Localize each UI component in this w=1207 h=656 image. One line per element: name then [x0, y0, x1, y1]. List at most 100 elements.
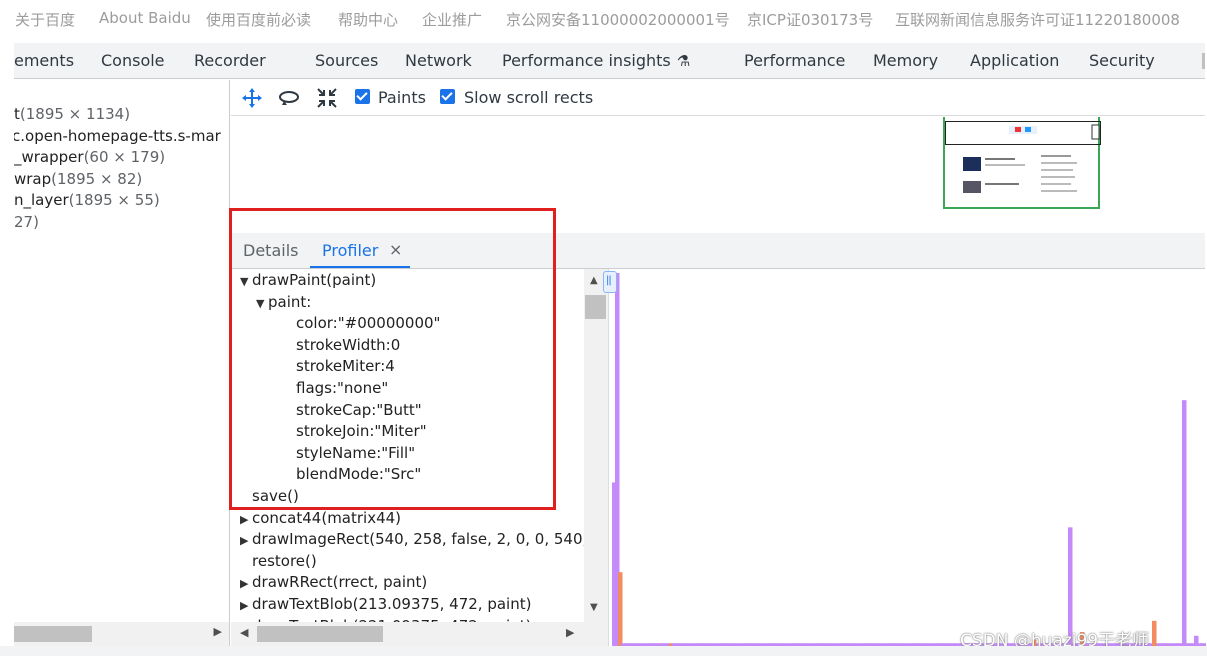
log-entry[interactable]: save(): [240, 487, 299, 505]
layer-tree-panel: t(1895 × 1134) c.open-homepage-tts.s-mar…: [14, 80, 230, 646]
tab-profiler[interactable]: Profiler: [322, 241, 378, 260]
layer-item[interactable]: t(1895 × 1134): [14, 105, 130, 123]
close-icon[interactable]: ×: [389, 240, 402, 259]
tab-performance-insights[interactable]: Performance insights ⚗: [502, 51, 690, 70]
collapsed-triangle-icon[interactable]: ▶: [240, 599, 252, 612]
log-entry[interactable]: strokeMiter:4: [284, 357, 395, 375]
log-entry-text: paint:: [268, 292, 312, 311]
pan-mode-icon[interactable]: [241, 87, 263, 109]
log-entry-text: drawImageRect(540, 258, false, 2, 0, 0, …: [252, 530, 584, 549]
log-entry[interactable]: ▶ drawTextBlob(213.09375, 472, paint): [240, 595, 531, 613]
footer-link-help[interactable]: 帮助中心: [338, 9, 398, 30]
log-entry[interactable]: color:"#00000000": [284, 314, 440, 332]
tab-memory[interactable]: Memory: [873, 51, 938, 70]
scrollbar-thumb[interactable]: [585, 295, 606, 319]
tab-elements[interactable]: ements: [14, 51, 74, 70]
tab-console[interactable]: Console: [101, 51, 165, 70]
layer-item[interactable]: 27): [14, 213, 39, 231]
rotate-mode-icon[interactable]: [278, 87, 300, 109]
footer-link-police[interactable]: 京公网安备11000002000001号: [506, 9, 730, 30]
log-entry-text: concat44(matrix44): [252, 508, 402, 527]
log-entry[interactable]: restore(): [240, 552, 317, 570]
layer-size: (60 × 179): [83, 148, 166, 166]
page-footer-links: 关于百度 About Baidu 使用百度前必读 帮助中心 企业推广 京公网安备…: [0, 0, 1207, 38]
log-entry-text: drawTextBlob(213.09375, 472, paint): [252, 595, 532, 613]
log-vscrollbar[interactable]: ▲ ▼: [584, 269, 608, 622]
paint-profiler-log: ▼ drawPaint(paint) ▼ paint: color:"#00000000…: [231, 269, 584, 622]
log-entry[interactable]: strokeWidth:0: [284, 336, 400, 354]
log-entry-text: color:"#00000000": [296, 314, 441, 333]
expanded-triangle-icon[interactable]: ▼: [256, 297, 268, 310]
log-entry-text: blendMode:"Src": [296, 465, 422, 484]
footer-link-about-cn[interactable]: 关于百度: [15, 9, 75, 30]
thumbnail-content: [963, 124, 1100, 193]
tab-performance-insights-label: Performance insights: [502, 51, 671, 70]
tab-performance[interactable]: Performance: [744, 51, 845, 70]
layers-3d-view[interactable]: [231, 117, 1205, 233]
scroll-left-arrow-icon[interactable]: ◀: [240, 626, 248, 639]
log-entry[interactable]: blendMode:"Src": [284, 465, 421, 483]
tab-security[interactable]: Security: [1089, 51, 1155, 70]
log-entry-text: drawRRect(rrect, paint): [252, 573, 428, 592]
log-entry-text: drawPaint(paint): [252, 271, 377, 289]
log-entry[interactable]: strokeCap:"Butt": [284, 401, 422, 419]
scroll-up-arrow-icon[interactable]: ▲: [590, 275, 598, 286]
scrollbar-thumb[interactable]: [257, 626, 383, 642]
layers-toolbar: Paints Slow scroll rects: [231, 80, 1205, 116]
slow-scroll-rects-checkbox[interactable]: [440, 89, 455, 104]
collapsed-triangle-icon[interactable]: ▶: [240, 513, 252, 526]
footer-link-license[interactable]: 互联网新闻信息服务许可证11220180008: [895, 9, 1180, 30]
layer-thumbnail: [943, 117, 1101, 209]
log-entry-text: strokeWidth:0: [296, 335, 401, 354]
log-entry[interactable]: strokeJoin:"Miter": [284, 422, 427, 440]
layer-tree-hscrollbar[interactable]: ▶: [14, 622, 229, 646]
tab-recorder[interactable]: Recorder: [194, 51, 266, 70]
log-entry-text: save(): [252, 487, 299, 505]
log-hscrollbar[interactable]: ◀ ▶: [231, 622, 608, 646]
scrollbar-thumb[interactable]: [14, 626, 92, 642]
collapsed-triangle-icon[interactable]: ▶: [240, 534, 252, 547]
paints-checkbox[interactable]: [355, 89, 370, 104]
paints-label: Paints: [378, 88, 426, 107]
footer-link-about-en[interactable]: About Baidu: [99, 9, 191, 27]
reset-transform-icon[interactable]: [316, 87, 338, 109]
layer-item[interactable]: c.open-homepage-tts.s-mar: [14, 127, 221, 145]
layer-item[interactable]: wrap(1895 × 82): [14, 170, 142, 188]
layer-name: n_layer: [14, 191, 69, 209]
collapsed-triangle-icon[interactable]: ▶: [240, 577, 252, 590]
tab-application[interactable]: Application: [970, 51, 1059, 70]
tab-sources[interactable]: Sources: [315, 51, 378, 70]
log-entry[interactable]: ▶ concat44(matrix44): [240, 509, 401, 527]
scroll-right-arrow-icon[interactable]: ▶: [214, 625, 222, 638]
scroll-right-arrow-icon[interactable]: ▶: [566, 626, 574, 639]
layer-item[interactable]: n_layer(1895 × 55): [14, 191, 160, 209]
footer-link-terms[interactable]: 使用百度前必读: [206, 9, 311, 30]
log-entry[interactable]: ▼ paint:: [256, 293, 311, 311]
log-entry[interactable]: flags:"none": [284, 379, 388, 397]
layer-item[interactable]: _wrapper(60 × 179): [14, 148, 165, 166]
scroll-down-arrow-icon[interactable]: ▼: [590, 602, 598, 613]
log-entry[interactable]: ▶ drawRRect(rrect, paint): [240, 573, 427, 591]
timeline-bar: [618, 572, 623, 647]
layer-size: (1895 × 82): [51, 170, 143, 188]
log-entry-text: styleName:"Fill": [296, 443, 416, 462]
tabbar-overflow-edge: [1202, 53, 1205, 69]
layer-name: _wrapper: [14, 148, 84, 166]
footer-link-ads[interactable]: 企业推广: [422, 9, 482, 30]
log-entry[interactable]: ▼ drawPaint(paint): [240, 271, 376, 289]
expanded-triangle-icon[interactable]: ▼: [240, 275, 252, 288]
slow-scroll-rects-label: Slow scroll rects: [464, 88, 594, 107]
timeline-range-handle[interactable]: [603, 271, 617, 293]
timeline-chart: [612, 273, 1206, 647]
log-entry-text: flags:"none": [296, 379, 389, 397]
tab-network[interactable]: Network: [405, 51, 472, 70]
log-entry[interactable]: styleName:"Fill": [284, 444, 415, 462]
layer-name: c.open-homepage-tts.s-mar: [14, 127, 221, 145]
log-entry-text: strokeMiter:4: [296, 357, 395, 376]
footer-link-icp[interactable]: 京ICP证030173号: [747, 9, 873, 30]
layer-size: (1895 × 1134): [19, 105, 131, 123]
tab-details[interactable]: Details: [243, 241, 298, 260]
paint-profiler-timeline[interactable]: [603, 269, 1206, 648]
log-entry[interactable]: ▶ drawImageRect(540, 258, false, 2, 0, 0,…: [240, 530, 584, 548]
experiment-flask-icon: ⚗: [676, 52, 691, 70]
